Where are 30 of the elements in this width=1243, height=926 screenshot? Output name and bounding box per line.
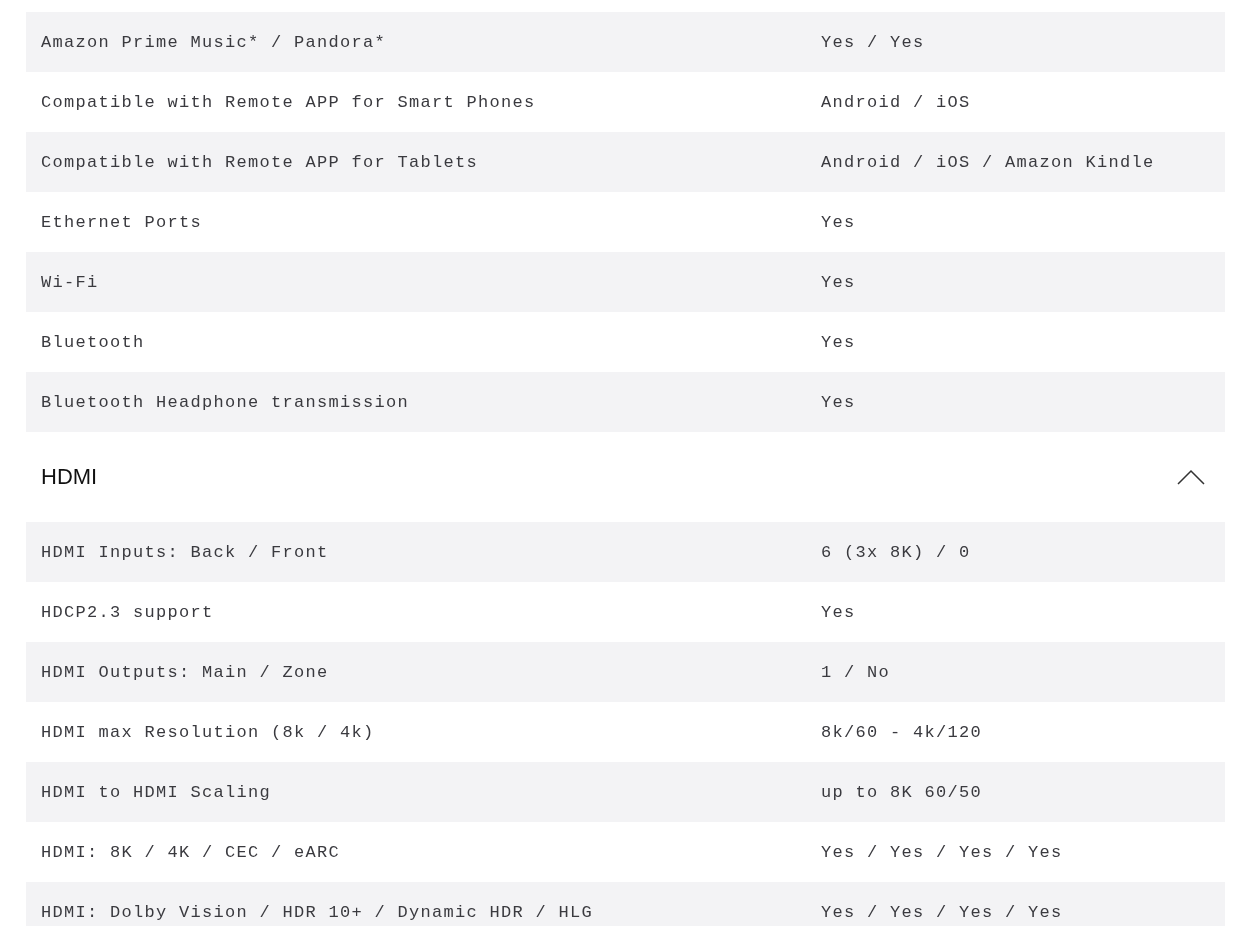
spec-value: up to 8K 60/50 xyxy=(821,782,983,802)
spec-label: HDMI to HDMI Scaling xyxy=(41,782,273,802)
spec-label: Bluetooth xyxy=(41,332,146,352)
spec-label: Compatible with Remote APP for Tablets xyxy=(41,152,480,172)
spec-label: HDMI max Resolution (8k / 4k) xyxy=(41,722,376,742)
spec-value: 1 / No xyxy=(821,662,890,682)
spec-value: Yes / Yes / Yes / Yes xyxy=(821,902,1063,922)
spec-value: Yes xyxy=(821,332,856,352)
chevron-icon[interactable] xyxy=(1177,469,1205,485)
spec-label: HDMI Inputs: Back / Front xyxy=(41,542,330,562)
spec-label: HDMI: 8K / 4K / CEC / eARC xyxy=(41,842,342,862)
spec-value: Yes xyxy=(821,602,856,622)
spec-value: Yes xyxy=(821,212,856,232)
spec-value: Yes xyxy=(821,392,856,412)
spec-value: 8k/60 - 4k/120 xyxy=(821,722,983,742)
spec-label: Compatible with Remote APP for Smart Phones xyxy=(41,92,537,112)
spec-label: Bluetooth Headphone transmission xyxy=(41,392,411,412)
spec-value: Yes / Yes xyxy=(821,32,925,52)
spec-label: Ethernet Ports xyxy=(41,212,204,232)
spec-label: Wi-Fi xyxy=(41,272,100,292)
spec-value: 6 (3x 8K) / 0 xyxy=(821,542,971,562)
spec-value: Android / iOS xyxy=(821,92,971,112)
section-title[interactable]: HDMI xyxy=(41,464,98,490)
spec-value: Yes xyxy=(821,272,856,292)
spec-label: HDMI Outputs: Main / Zone xyxy=(41,662,330,682)
spec-label: Amazon Prime Music* / Pandora* xyxy=(41,32,388,52)
spec-value: Yes / Yes / Yes / Yes xyxy=(821,842,1063,862)
spec-value: Android / iOS / Amazon Kindle xyxy=(821,152,1155,172)
spec-label: HDCP2.3 support xyxy=(41,602,215,622)
spec-label: HDMI: Dolby Vision / HDR 10+ / Dynamic HDR / HLG xyxy=(41,902,595,922)
